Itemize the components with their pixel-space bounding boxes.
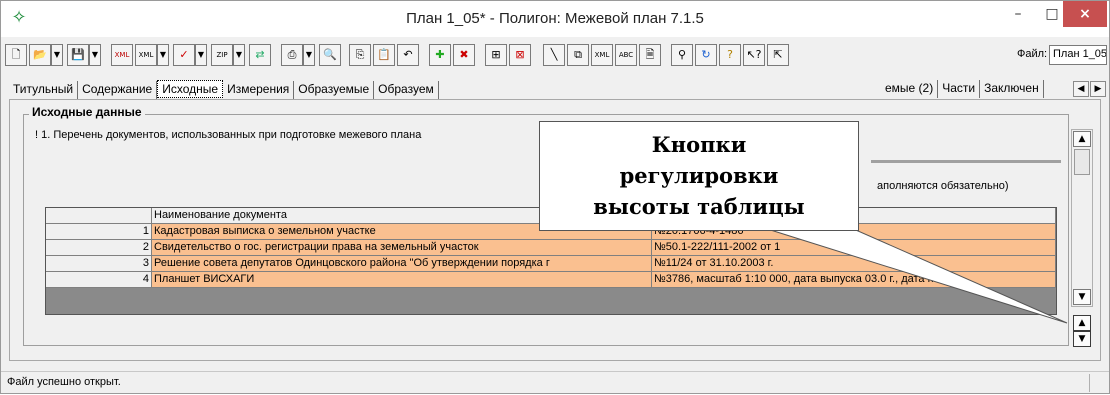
file-name-field[interactable]: План 1_05 (1049, 45, 1107, 65)
help-icon[interactable]: ? (719, 44, 741, 66)
document-name-cell[interactable]: Решение совета депутатов Одинцовского ра… (152, 256, 652, 272)
status-bar: Файл успешно открыт. (1, 371, 1109, 393)
table-row[interactable]: 4 Планшет ВИСХАГИ №3786, масштаб 1:10 00… (46, 272, 1056, 288)
table-row[interactable]: 2 Свидетельство о гос. регистрации права… (46, 240, 1056, 256)
delete-icon[interactable]: ⊠ (509, 44, 531, 66)
preview-icon[interactable]: 🔍 (319, 44, 341, 66)
open-dropdown[interactable]: ▼ (51, 44, 63, 66)
insert-icon[interactable]: ⊞ (485, 44, 507, 66)
callout-line-2: регулировки (619, 163, 779, 188)
callout-line-3: высоты таблицы (593, 194, 805, 219)
abc-icon[interactable]: ABC (615, 44, 637, 66)
delete-row-icon[interactable]: ✖ (453, 44, 475, 66)
row-number: 4 (46, 272, 152, 288)
callout-line-1: Кнопки (651, 132, 747, 157)
callout-box: Кнопки регулировки высоты таблицы (539, 121, 859, 231)
document-details-cell[interactable]: №11/24 от 31.10.2003 г. (652, 256, 1056, 272)
scroll-thumb[interactable] (1074, 149, 1090, 175)
toolbar: 🗋 📂 ▼ 💾 ▼ XML XML ▼ ✓ ▼ ZIP ▼ ⇄ ⎙ ▼ 🔍 ⎘ … (3, 41, 1107, 71)
section-paragraph: ! 1. Перечень документов, использованных… (35, 129, 422, 141)
document-details-cell[interactable]: №3786, масштаб 1:10 000, дата выпуска 03… (652, 272, 1056, 288)
row-number: 2 (46, 240, 152, 256)
paste-icon[interactable]: 📋 (373, 44, 395, 66)
tab-chasti[interactable]: Части (938, 80, 981, 98)
window-title: План 1_05* - Полигон: Межевой план 7.1.5 (406, 10, 704, 27)
table-row[interactable]: 3 Решение совета депутатов Одинцовского … (46, 256, 1056, 272)
group-title: Исходные данные (29, 105, 145, 119)
check-icon[interactable]: ✓ (173, 44, 195, 66)
file-label: Файл: (1017, 48, 1048, 60)
tab-obrazuemye[interactable]: Образуемые (294, 81, 375, 99)
status-text: Файл успешно открыт. (7, 376, 121, 388)
document-name-cell[interactable]: Планшет ВИСХАГИ (152, 272, 652, 288)
required-note: аполняются обязательно) (877, 180, 1009, 192)
copy-doc-icon[interactable]: ⧉ (567, 44, 589, 66)
app-window: ✧ План 1_05* - Полигон: Межевой план 7.1… (0, 0, 1110, 394)
xml-dropdown[interactable]: ▼ (157, 44, 169, 66)
line-icon[interactable]: ╲ (543, 44, 565, 66)
table-height-decrease-button[interactable]: ▼ (1073, 331, 1091, 347)
open-folder-icon[interactable]: 📂 (29, 44, 51, 66)
search-icon[interactable]: ⚲ (671, 44, 693, 66)
zip-icon[interactable]: ZIP (211, 44, 233, 66)
tab-scroll-left-button[interactable]: ◀ (1073, 81, 1089, 97)
title-bar[interactable]: ✧ План 1_05* - Полигон: Межевой план 7.1… (1, 1, 1109, 37)
undo-icon[interactable]: ↶ (397, 44, 419, 66)
document-name-cell[interactable]: Свидетельство о гос. регистрации права н… (152, 240, 652, 256)
tab-soderzhanie[interactable]: Содержание (78, 81, 158, 99)
cursor-icon[interactable]: ⇱ (767, 44, 789, 66)
save-icon[interactable]: 💾 (67, 44, 89, 66)
scroll-down-button[interactable]: ▼ (1073, 289, 1091, 305)
doc-icon[interactable]: 🗎 (639, 44, 661, 66)
tab-iskhodnye[interactable]: Исходные (157, 80, 224, 98)
print-dropdown[interactable]: ▼ (303, 44, 315, 66)
check-dropdown[interactable]: ▼ (195, 44, 207, 66)
xml-import-icon[interactable]: XML (135, 44, 157, 66)
transfer-icon[interactable]: ⇄ (249, 44, 271, 66)
refresh-icon[interactable]: ↻ (695, 44, 717, 66)
row-number: 1 (46, 224, 152, 240)
xml-export-icon[interactable]: XML (111, 44, 133, 66)
status-divider (1089, 374, 1090, 392)
tab-zaklyuchenie[interactable]: Заключен (980, 80, 1044, 98)
zip-dropdown[interactable]: ▼ (233, 44, 245, 66)
close-button[interactable]: × (1063, 1, 1107, 27)
tab-emye-2[interactable]: емые (2) (881, 80, 939, 98)
document-details-cell[interactable]: №50.1-222/111-2002 от 1 (652, 240, 1056, 256)
table-height-increase-button[interactable]: ▲ (1073, 315, 1091, 331)
tab-strip-right: емые (2) Части Заключен (881, 80, 1081, 100)
tab-titulny[interactable]: Титульный (9, 81, 79, 99)
tab-scroll-right-button[interactable]: ▶ (1090, 81, 1106, 97)
separator-line (871, 160, 1061, 163)
tab-izmereniya[interactable]: Измерения (223, 81, 295, 99)
copy-icon[interactable]: ⎘ (349, 44, 371, 66)
context-help-icon[interactable]: ↖? (743, 44, 765, 66)
xml-schema-icon[interactable]: XML (591, 44, 613, 66)
tab-obrazuem-2[interactable]: Образуем (374, 81, 439, 99)
minimize-button[interactable]: – (1001, 1, 1035, 29)
add-row-icon[interactable]: ✚ (429, 44, 451, 66)
row-number: 3 (46, 256, 152, 272)
scroll-up-button[interactable]: ▲ (1073, 131, 1091, 147)
new-document-icon[interactable]: 🗋 (5, 44, 27, 66)
save-dropdown[interactable]: ▼ (89, 44, 101, 66)
print-icon[interactable]: ⎙ (281, 44, 303, 66)
header-num (46, 208, 152, 224)
